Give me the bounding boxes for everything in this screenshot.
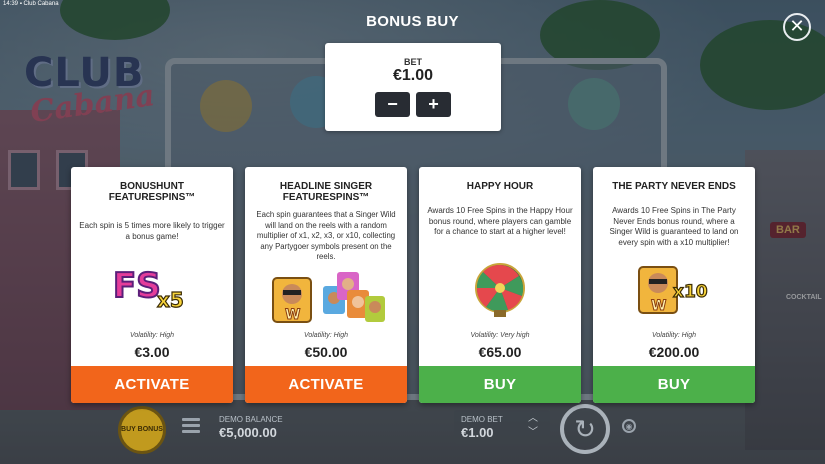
card-volatility: Volatility: High: [303, 332, 349, 339]
card-price: €65.00: [478, 344, 522, 360]
status-bar: 14:39 ▪ Club Cabana: [3, 1, 59, 7]
card-volatility: Volatility: Very high: [470, 332, 530, 339]
bet-panel: BET €1.00 − +: [325, 43, 501, 131]
close-icon[interactable]: ✕: [783, 13, 811, 41]
wild-multiplier: x10: [673, 282, 708, 302]
wild-letter: W: [651, 298, 666, 314]
bet-arrows: ︿ ﹀: [528, 412, 538, 440]
demo-bet-value: €1.00: [461, 425, 494, 440]
app-icon: ▪: [19, 1, 22, 7]
buy-button[interactable]: BUY: [419, 366, 581, 403]
card-description: Each spin is 5 times more likely to trig…: [79, 221, 225, 241]
card-title: HAPPY HOUR: [466, 181, 534, 192]
buy-bonus-label: BUY BONUS: [121, 426, 163, 433]
prize-wheel-icon: [474, 262, 526, 318]
bet-value: €1.00: [392, 67, 434, 84]
bonus-card-bonushunt: BONUSHUNT FEATURESPINS™ Each spin is 5 t…: [71, 167, 233, 403]
demo-balance-value: €5,000.00: [219, 425, 277, 440]
bonus-card-party-never-ends: THE PARTY NEVER ENDS Awards 10 Free Spin…: [593, 167, 755, 403]
autoplay-icon[interactable]: ◉: [622, 419, 636, 433]
fs-x5-symbol: FS x5: [111, 263, 195, 313]
card-description: Awards 10 Free Spins in the Happy Hour b…: [427, 206, 573, 236]
card-price: €3.00: [134, 344, 170, 360]
demo-bet-label: DEMO BET: [461, 415, 503, 424]
demo-balance-label: DEMO BALANCE: [219, 415, 283, 424]
activate-button[interactable]: ACTIVATE: [71, 366, 233, 403]
singer-wild-partygoers-symbols: W: [271, 272, 387, 326]
card-title: HEADLINE SINGER FEATURESPINS™: [279, 181, 373, 203]
card-description: Awards 10 Free Spins in The Party Never …: [609, 206, 739, 247]
fs-multiplier: x5: [157, 288, 184, 312]
spin-icon[interactable]: ↻: [560, 404, 610, 454]
bonus-card-happy-hour: HAPPY HOUR Awards 10 Free Spins in the H…: [419, 167, 581, 403]
card-title: THE PARTY NEVER ENDS: [612, 181, 736, 192]
chevron-down-icon[interactable]: ﹀: [528, 426, 538, 440]
activate-button[interactable]: ACTIVATE: [245, 366, 407, 403]
page-title: BONUS BUY: [366, 13, 459, 30]
bet-decrease-button[interactable]: −: [375, 92, 410, 117]
card-description: Each spin guarantees that a Singer Wild …: [256, 210, 396, 262]
status-time: 14:39: [3, 1, 19, 7]
card-price: €50.00: [304, 344, 348, 360]
app-name: Club Cabana: [23, 1, 59, 7]
card-volatility: Volatility: High: [129, 332, 175, 339]
card-price: €200.00: [648, 344, 700, 360]
chevron-up-icon[interactable]: ︿: [528, 412, 538, 426]
buy-bonus-button[interactable]: BUY BONUS: [118, 406, 166, 454]
bet-label: BET: [404, 57, 422, 67]
wild-letter: W: [285, 307, 300, 323]
card-volatility: Volatility: High: [651, 332, 697, 339]
menu-icon[interactable]: [182, 418, 200, 433]
singer-wild-x10-symbol: W x10: [637, 265, 713, 317]
card-title: BONUSHUNT FEATURESPINS™: [108, 181, 196, 203]
buy-button[interactable]: BUY: [593, 366, 755, 403]
fs-text: FS: [113, 266, 161, 306]
bet-increase-button[interactable]: +: [416, 92, 451, 117]
bonus-card-headline-singer: HEADLINE SINGER FEATURESPINS™ Each spin …: [245, 167, 407, 403]
